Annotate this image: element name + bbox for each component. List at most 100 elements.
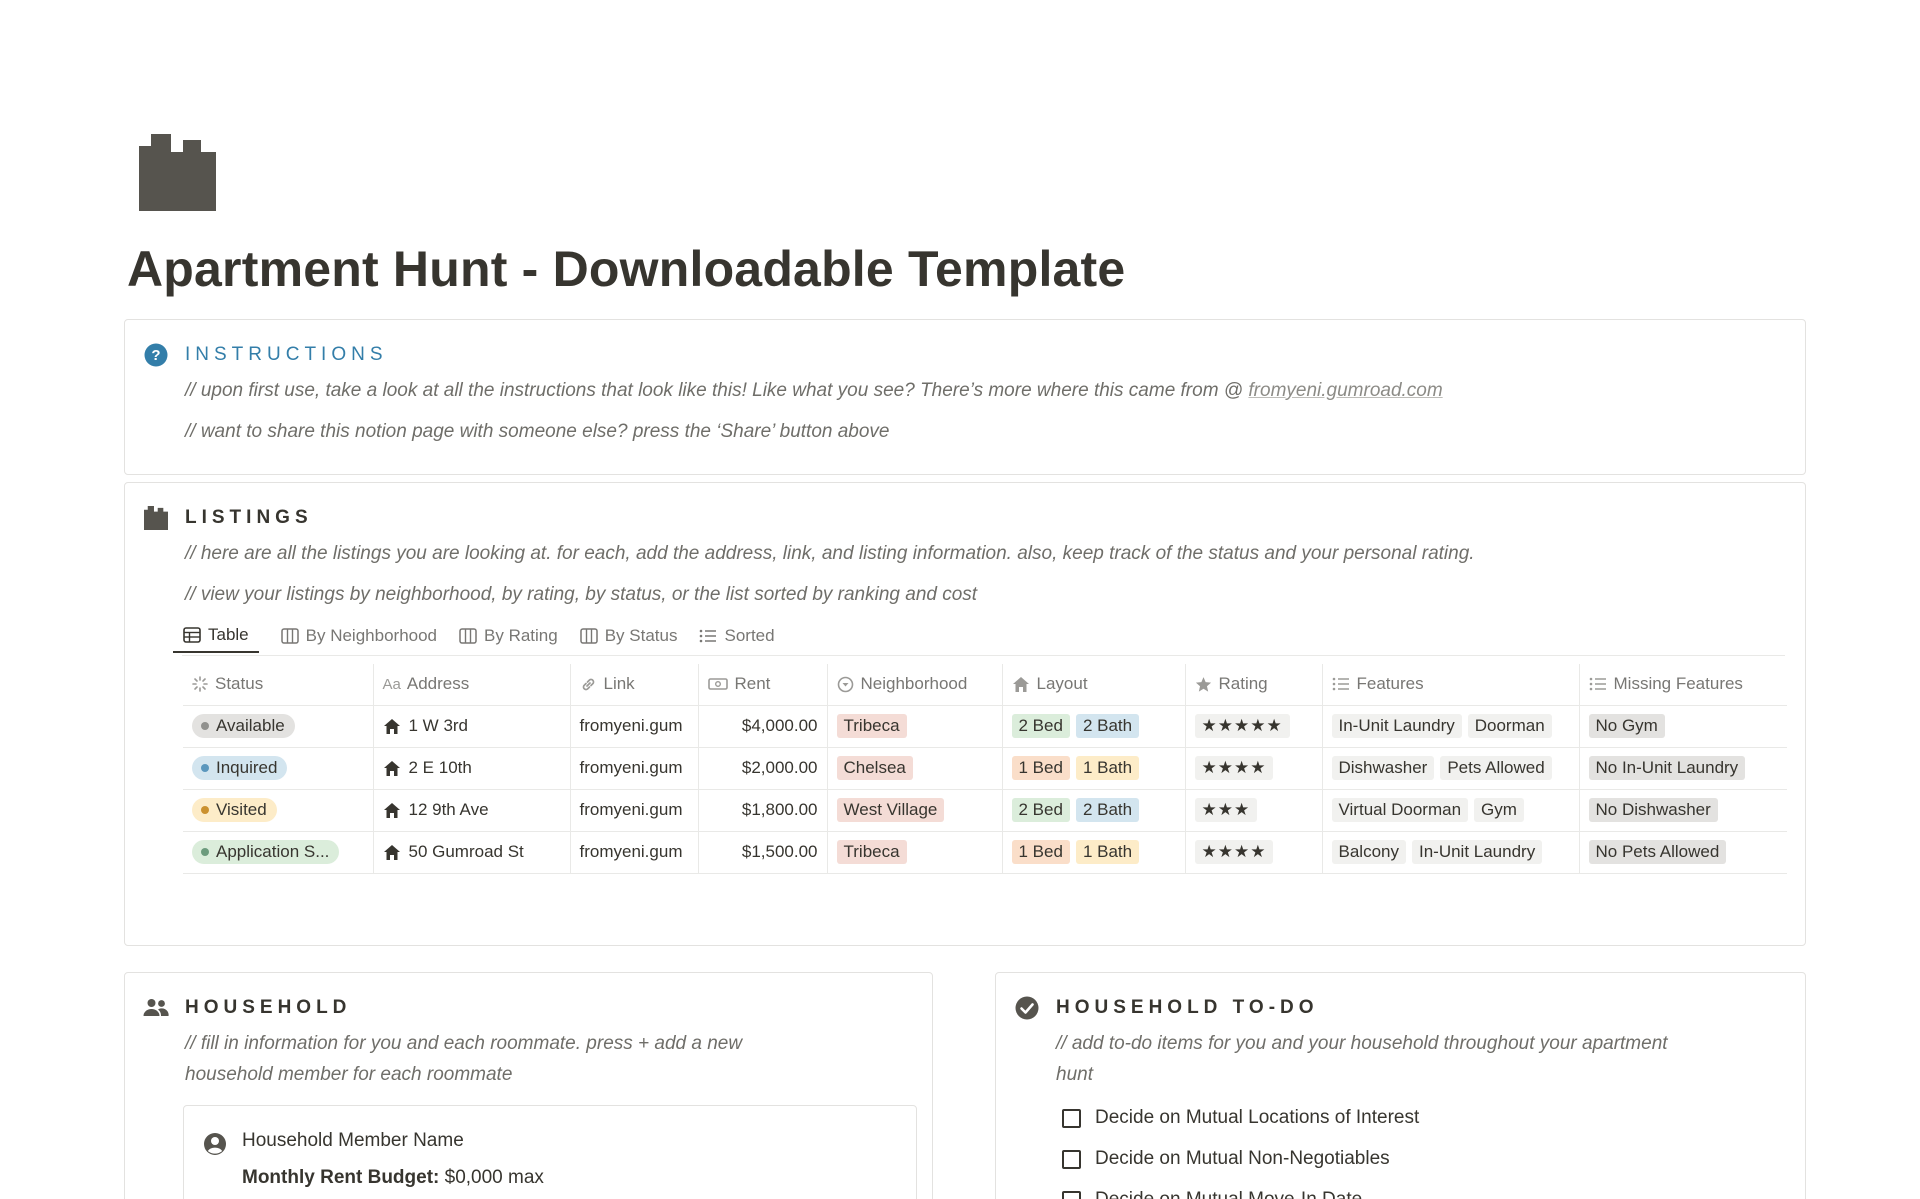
feature-tag: Virtual Doorman	[1331, 798, 1469, 822]
missing-features-cell[interactable]: No In-Unit Laundry	[1579, 747, 1787, 790]
todo-item-text: Decide on Mutual Non-Negotiables	[1095, 1148, 1390, 1169]
feature-tag: Pets Allowed	[1440, 756, 1552, 780]
tab-label: Table	[208, 625, 249, 644]
features-cell[interactable]: Virtual Doorman Gym	[1322, 789, 1580, 832]
feature-tag: Doorman	[1467, 714, 1552, 738]
neighborhood-cell[interactable]: Tribeca	[827, 705, 1003, 748]
column-header-link[interactable]: Link	[570, 664, 699, 706]
status-text: Visited	[216, 800, 267, 819]
status-cell[interactable]: Application S...	[183, 831, 374, 874]
column-header-rating[interactable]: Rating	[1185, 664, 1323, 706]
column-header-rent[interactable]: Rent	[698, 664, 828, 706]
list-icon	[700, 629, 717, 643]
rating-cell[interactable]: ★★★★	[1185, 747, 1323, 790]
todo-checkbox[interactable]	[1062, 1108, 1081, 1128]
features-cell[interactable]: Dishwasher Pets Allowed	[1322, 747, 1580, 790]
address-cell[interactable]: 50 Gumroad St	[373, 831, 571, 874]
todo-checkbox[interactable]	[1062, 1190, 1081, 1199]
tab-by-status[interactable]: By Status	[579, 623, 677, 653]
todo-item-text: Decide on Mutual Locations of Interest	[1095, 1107, 1420, 1128]
bath-tag: 1 Bath	[1075, 840, 1140, 864]
listings-note-2: // view your listings by neighborhood, b…	[185, 584, 978, 605]
instructions-heading: INSTRUCTIONS	[185, 344, 388, 365]
features-cell[interactable]: In-Unit Laundry Doorman	[1322, 705, 1580, 748]
instructions-header: ? INSTRUCTIONS	[143, 342, 388, 368]
rating-cell[interactable]: ★★★★	[1185, 831, 1323, 874]
table-row[interactable]: Available 1 W 3rd fromyeni.gum $4,000.00…	[183, 705, 1787, 748]
column-header-neighborhood[interactable]: Neighborhood	[827, 664, 1003, 706]
link-cell[interactable]: fromyeni.gum	[570, 705, 699, 748]
status-cell[interactable]: Inquired	[183, 747, 374, 790]
address-cell[interactable]: 1 W 3rd	[373, 705, 571, 748]
neighborhood-cell[interactable]: West Village	[827, 789, 1003, 832]
todo-note-line-2: hunt	[1056, 1064, 1093, 1085]
todo-item[interactable]: Decide on Mutual Non-Negotiables	[1062, 1148, 1390, 1170]
rent-cell[interactable]: $4,000.00	[698, 705, 828, 748]
layout-cell[interactable]: 2 Bed 2 Bath	[1002, 789, 1186, 832]
neighborhood-cell[interactable]: Chelsea	[827, 747, 1003, 790]
rent-cell[interactable]: $2,000.00	[698, 747, 828, 790]
home-icon	[1012, 676, 1029, 692]
todo-item-text: Decide on Mutual Move-In Date	[1095, 1189, 1362, 1199]
household-member-card[interactable]: Household Member Name Monthly Rent Budge…	[183, 1105, 917, 1199]
link-cell[interactable]: fromyeni.gum	[570, 789, 699, 832]
column-header-missing-features[interactable]: Missing Features	[1579, 664, 1787, 706]
features-cell[interactable]: Balcony In-Unit Laundry	[1322, 831, 1580, 874]
star-icon	[1195, 676, 1211, 692]
missing-features-cell[interactable]: No Dishwasher	[1579, 789, 1787, 832]
todo-item[interactable]: Decide on Mutual Locations of Interest	[1062, 1107, 1419, 1129]
address-cell[interactable]: 12 9th Ave	[373, 789, 571, 832]
missing-feature-tag: No Dishwasher	[1588, 798, 1718, 822]
status-cell[interactable]: Available	[183, 705, 374, 748]
status-badge: Application S...	[192, 840, 340, 864]
missing-features-cell[interactable]: No Pets Allowed	[1579, 831, 1787, 874]
neighborhood-cell[interactable]: Tribeca	[827, 831, 1003, 874]
layout-cell[interactable]: 1 Bed 1 Bath	[1002, 831, 1186, 874]
board-icon	[459, 628, 477, 644]
rating-cell[interactable]: ★★★	[1185, 789, 1323, 832]
question-circle-icon: ?	[143, 342, 169, 368]
column-label: Status	[215, 674, 264, 694]
address-text: 1 W 3rd	[408, 716, 469, 735]
listings-heading: LISTINGS	[185, 507, 313, 528]
link-cell[interactable]: fromyeni.gum	[570, 747, 699, 790]
layout-cell[interactable]: 2 Bed 2 Bath	[1002, 705, 1186, 748]
column-header-status[interactable]: Status	[183, 664, 374, 706]
status-cell[interactable]: Visited	[183, 789, 374, 832]
column-header-features[interactable]: Features	[1322, 664, 1580, 706]
feature-tag: Balcony	[1331, 840, 1406, 864]
tab-by-neighborhood[interactable]: By Neighborhood	[280, 623, 438, 653]
table-row[interactable]: Inquired 2 E 10th fromyeni.gum $2,000.00…	[183, 747, 1787, 790]
bath-tag: 1 Bath	[1075, 756, 1140, 780]
address-cell[interactable]: 2 E 10th	[373, 747, 571, 790]
link-icon	[582, 678, 594, 691]
column-label: Link	[603, 674, 635, 694]
table-row[interactable]: Visited 12 9th Ave fromyeni.gum $1,800.0…	[183, 789, 1787, 832]
tab-table[interactable]: Table	[173, 623, 259, 653]
bath-tag: 2 Bath	[1075, 798, 1140, 822]
table-row[interactable]: Application S... 50 Gumroad St fromyeni.…	[183, 831, 1787, 874]
household-note-line-1: // fill in information for you and each …	[185, 1033, 743, 1054]
link-cell[interactable]: fromyeni.gum	[570, 831, 699, 874]
page-title[interactable]: Apartment Hunt - Downloadable Template	[127, 240, 1125, 298]
rating-cell[interactable]: ★★★★★	[1185, 705, 1323, 748]
building-icon[interactable]	[139, 134, 216, 211]
tab-label: By Rating	[484, 626, 558, 645]
neighborhood-tag: West Village	[836, 798, 945, 822]
bed-tag: 1 Bed	[1011, 756, 1070, 780]
money-icon	[707, 678, 728, 691]
rent-cell[interactable]: $1,500.00	[698, 831, 828, 874]
todo-checkbox[interactable]	[1062, 1149, 1081, 1169]
address-text: 50 Gumroad St	[408, 842, 524, 861]
household-member-name[interactable]: Household Member Name	[242, 1130, 464, 1152]
column-header-address[interactable]: Aa Address	[373, 664, 571, 706]
column-header-layout[interactable]: Layout	[1002, 664, 1186, 706]
tab-sorted[interactable]: Sorted	[699, 623, 775, 653]
rent-cell[interactable]: $1,800.00	[698, 789, 828, 832]
layout-cell[interactable]: 1 Bed 1 Bath	[1002, 747, 1186, 790]
tab-label: By Neighborhood	[305, 626, 438, 645]
missing-features-cell[interactable]: No Gym	[1579, 705, 1787, 748]
todo-item[interactable]: Decide on Mutual Move-In Date	[1062, 1189, 1362, 1199]
gumroad-link[interactable]: fromyeni.gumroad.com	[1248, 380, 1442, 401]
tab-by-rating[interactable]: By Rating	[459, 623, 558, 653]
